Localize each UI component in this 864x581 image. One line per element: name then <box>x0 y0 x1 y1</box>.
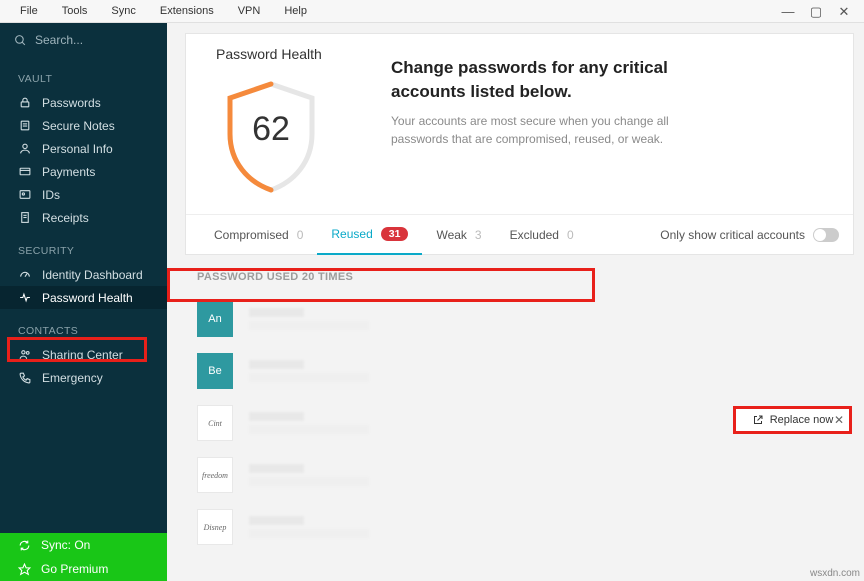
site-logo: Disnep <box>197 509 233 545</box>
sidebar-item-secure-notes[interactable]: Secure Notes <box>0 114 167 137</box>
pulse-icon <box>18 291 32 304</box>
receipt-icon <box>18 211 32 224</box>
people-icon <box>18 348 32 361</box>
main-panel: Password Health 62 Change passwords for … <box>167 23 864 581</box>
site-logo: An <box>197 301 233 337</box>
sidebar-item-receipts[interactable]: Receipts <box>0 206 167 229</box>
lock-icon <box>18 96 32 109</box>
list-heading: PASSWORD USED 20 TIMES <box>167 255 864 293</box>
search-placeholder: Search... <box>35 33 83 47</box>
critical-toggle[interactable]: Only show critical accounts <box>660 228 839 242</box>
maximize-icon[interactable]: ▢ <box>802 0 830 23</box>
menubar: File Tools Sync Extensions VPN Help — ▢ … <box>0 0 864 23</box>
menu-tools[interactable]: Tools <box>50 3 100 19</box>
redacted-text <box>249 360 369 382</box>
site-logo: freedom <box>197 457 233 493</box>
tab-weak[interactable]: Weak3 <box>422 215 495 255</box>
phone-icon <box>18 371 32 384</box>
shield-icon: 62 <box>216 76 326 196</box>
section-security: SECURITY <box>0 229 167 263</box>
sidebar-footer: Sync: On Go Premium <box>0 533 167 581</box>
list-item[interactable]: Disnep <box>167 501 864 553</box>
watermark: wsxdn.com <box>810 568 860 579</box>
star-icon <box>18 563 31 576</box>
sidebar-item-passwords[interactable]: Passwords <box>0 91 167 114</box>
headline: Change passwords for any critical accoun… <box>391 56 711 104</box>
tab-excluded[interactable]: Excluded0 <box>496 215 588 255</box>
redacted-text <box>249 464 369 486</box>
card-icon <box>18 165 32 178</box>
sidebar-item-personal-info[interactable]: Personal Info <box>0 137 167 160</box>
sidebar-item-sharing-center[interactable]: Sharing Center <box>0 343 167 366</box>
close-icon[interactable]: ✕ <box>830 0 858 23</box>
list-item[interactable]: An <box>167 293 864 345</box>
health-score: 62 <box>216 110 326 149</box>
replace-now-button[interactable]: Replace now ✕ <box>733 406 852 434</box>
menu-extensions[interactable]: Extensions <box>148 3 226 19</box>
minimize-icon[interactable]: — <box>774 0 802 23</box>
note-icon <box>18 119 32 132</box>
site-logo: Be <box>197 353 233 389</box>
reused-badge: 31 <box>381 227 409 241</box>
sidebar: Search... VAULT Passwords Secure Notes P… <box>0 23 167 581</box>
card-title: Password Health <box>216 46 351 62</box>
tab-compromised[interactable]: Compromised0 <box>200 215 317 255</box>
toggle-icon[interactable] <box>813 228 839 242</box>
redacted-text <box>249 516 369 538</box>
sync-status[interactable]: Sync: On <box>0 533 167 557</box>
id-icon <box>18 188 32 201</box>
redacted-text <box>249 308 369 330</box>
menu-help[interactable]: Help <box>272 3 319 19</box>
health-card: Password Health 62 Change passwords for … <box>185 33 854 255</box>
list-item[interactable]: freedom <box>167 449 864 501</box>
section-contacts: CONTACTS <box>0 309 167 343</box>
redacted-text <box>249 412 369 434</box>
sync-icon <box>18 539 31 552</box>
menu-file[interactable]: File <box>8 3 50 19</box>
sidebar-item-identity-dashboard[interactable]: Identity Dashboard <box>0 263 167 286</box>
person-icon <box>18 142 32 155</box>
section-vault: VAULT <box>0 57 167 91</box>
list-item[interactable]: Be <box>167 345 864 397</box>
menu-vpn[interactable]: VPN <box>226 3 273 19</box>
sidebar-item-ids[interactable]: IDs <box>0 183 167 206</box>
close-icon[interactable]: ✕ <box>834 413 844 427</box>
gauge-icon <box>18 268 32 281</box>
tabs: Compromised0 Reused31 Weak3 Excluded0 On… <box>186 214 853 254</box>
menu-sync[interactable]: Sync <box>99 3 147 19</box>
tab-reused[interactable]: Reused31 <box>317 215 422 255</box>
sidebar-item-payments[interactable]: Payments <box>0 160 167 183</box>
external-link-icon <box>752 414 764 426</box>
site-logo: Cint <box>197 405 233 441</box>
sidebar-item-emergency[interactable]: Emergency <box>0 366 167 389</box>
search-icon <box>14 34 27 47</box>
subtext: Your accounts are most secure when you c… <box>391 112 711 148</box>
sidebar-item-password-health[interactable]: Password Health <box>0 286 167 309</box>
search-input[interactable]: Search... <box>0 23 167 57</box>
go-premium[interactable]: Go Premium <box>0 557 167 581</box>
